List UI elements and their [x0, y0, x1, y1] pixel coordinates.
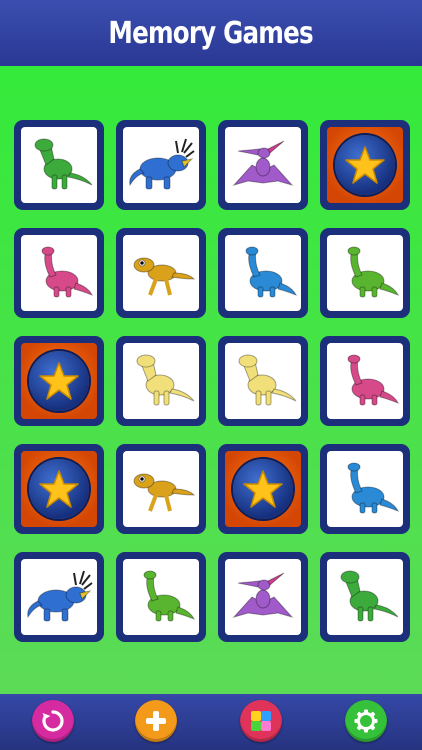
sauropod-pink-icon	[24, 243, 94, 303]
settings-button[interactable]	[345, 700, 387, 742]
raptor-yellow-icon	[126, 459, 196, 519]
card-back-face	[327, 127, 403, 203]
card-face	[123, 127, 199, 203]
card-t-rex-green[interactable]	[320, 552, 410, 642]
star-icon	[39, 362, 79, 400]
card-face	[21, 235, 97, 311]
t-rex-yellow-icon	[126, 351, 196, 411]
restart-icon	[42, 710, 64, 732]
card-face	[327, 559, 403, 635]
footer-toolbar	[0, 694, 422, 750]
card-t-rex-yellow[interactable]	[116, 336, 206, 426]
card-face	[21, 559, 97, 635]
plus-icon	[146, 711, 166, 731]
card-face	[123, 235, 199, 311]
card-back-face	[21, 343, 97, 419]
card-pteranodon-purple[interactable]	[218, 552, 308, 642]
styracosaurus-blue-icon	[126, 135, 196, 195]
add-button[interactable]	[135, 700, 177, 742]
card-raptor-yellow[interactable]	[116, 228, 206, 318]
page-title: Memory Games	[108, 15, 314, 51]
card-face	[123, 559, 199, 635]
t-rex-yellow-icon	[228, 351, 298, 411]
card-face	[225, 127, 301, 203]
card-face	[327, 343, 403, 419]
star-coin	[233, 459, 293, 519]
card-sauropod-pink[interactable]	[320, 336, 410, 426]
sauropod-pink-icon	[330, 351, 400, 411]
pteranodon-purple-icon	[228, 135, 298, 195]
t-rex-green-icon	[330, 567, 400, 627]
styracosaurus-blue-icon	[24, 567, 94, 627]
card-back[interactable]	[14, 444, 104, 534]
card-raptor-yellow[interactable]	[116, 444, 206, 534]
card-sauropod-pink[interactable]	[14, 228, 104, 318]
card-face	[327, 235, 403, 311]
theme-button[interactable]	[240, 700, 282, 742]
game-board	[0, 66, 422, 694]
card-face	[225, 235, 301, 311]
card-back[interactable]	[320, 120, 410, 210]
gear-icon	[354, 709, 378, 733]
card-face	[225, 343, 301, 419]
card-t-rex-yellow[interactable]	[218, 336, 308, 426]
star-icon	[39, 470, 79, 508]
card-face	[123, 343, 199, 419]
raptor-yellow-icon	[126, 243, 196, 303]
star-icon	[243, 470, 283, 508]
star-coin	[29, 459, 89, 519]
sauropod-blue-icon	[228, 243, 298, 303]
sauropod-blue-icon	[330, 459, 400, 519]
t-rex-green-icon	[24, 135, 94, 195]
card-styracosaurus-blue[interactable]	[116, 120, 206, 210]
card-styracosaurus-blue[interactable]	[14, 552, 104, 642]
card-pteranodon-purple[interactable]	[218, 120, 308, 210]
card-back-face	[21, 451, 97, 527]
header-bar: Memory Games	[0, 0, 422, 66]
card-back-face	[225, 451, 301, 527]
restart-button[interactable]	[32, 700, 74, 742]
card-back[interactable]	[218, 444, 308, 534]
card-face	[123, 451, 199, 527]
card-sauropod-blue[interactable]	[218, 228, 308, 318]
card-sauropod-blue[interactable]	[320, 444, 410, 534]
palette-icon	[251, 711, 271, 731]
card-face	[21, 127, 97, 203]
card-t-rex-green[interactable]	[14, 120, 104, 210]
card-sauropod-green[interactable]	[320, 228, 410, 318]
sauropod-green-icon	[126, 567, 196, 627]
card-face	[225, 559, 301, 635]
sauropod-green-icon	[330, 243, 400, 303]
card-back[interactable]	[14, 336, 104, 426]
pteranodon-purple-icon	[228, 567, 298, 627]
star-coin	[29, 351, 89, 411]
card-sauropod-green[interactable]	[116, 552, 206, 642]
star-coin	[335, 135, 395, 195]
card-grid	[14, 120, 410, 642]
card-face	[327, 451, 403, 527]
star-icon	[345, 146, 385, 184]
